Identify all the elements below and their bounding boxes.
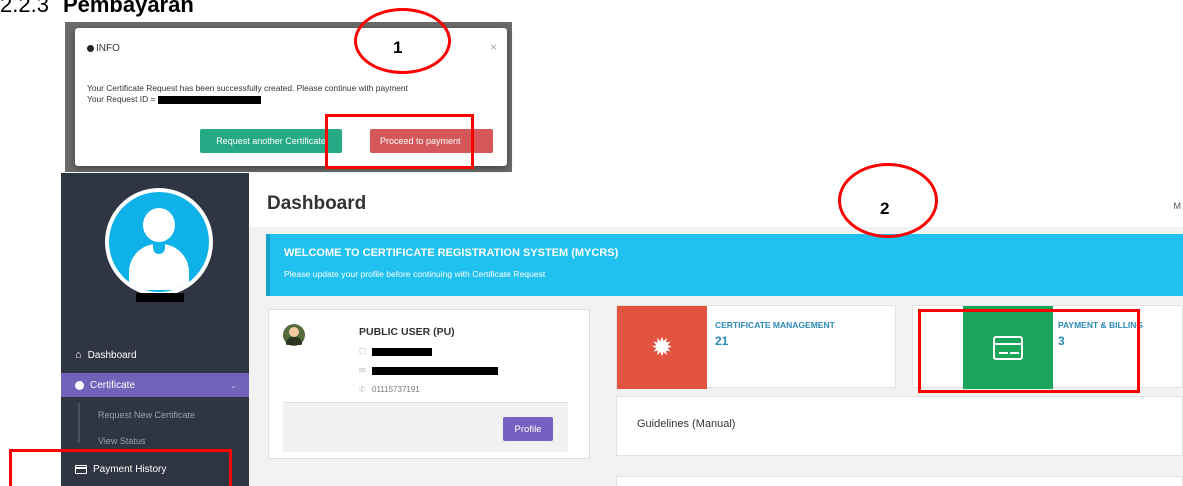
annotation-number-1: 1 (393, 38, 403, 57)
redacted-name (372, 347, 432, 356)
mail-icon: ✉ (359, 366, 366, 375)
profile-button[interactable]: Profile (503, 417, 553, 441)
profile-email-row: ✉ (359, 366, 498, 375)
page-header: Dashboard M (249, 173, 1183, 227)
profile-phone-row: ✆ 01115737191 (359, 385, 420, 394)
guidelines-label: Guidelines (Manual) (637, 418, 736, 430)
stat-icon-box: ✹ (617, 306, 707, 389)
sidebar-item-certificate[interactable]: Certificate ⌄ (61, 373, 249, 397)
certificate-management-card[interactable]: ✹ CERTIFICATE MANAGEMENT 21 (616, 305, 896, 389)
annotation-number-2: 2 (880, 199, 890, 218)
bottom-card (616, 476, 1183, 486)
annotation-circle-1 (354, 8, 451, 74)
redacted-request-id (157, 95, 261, 104)
section-number: 2.2.3 (0, 0, 49, 17)
chevron-down-icon: ⌄ (230, 380, 237, 390)
sidebar-item-view-status[interactable]: View Status (61, 431, 249, 451)
banner-title: WELCOME TO CERTIFICATE REGISTRATION SYST… (284, 247, 619, 259)
header-user-menu[interactable]: M (1174, 201, 1182, 211)
badge-gear-icon: ✹ (651, 332, 673, 362)
info-icon (87, 45, 94, 52)
redacted-user-name (136, 293, 184, 302)
redacted-email (372, 366, 498, 375)
profile-card: PUBLIC USER (PU) ☐ ✉ ✆ 01115737191 Profi… (268, 309, 590, 459)
close-icon[interactable]: × (490, 40, 497, 54)
sidebar-item-label: Certificate (90, 379, 136, 391)
request-id-label: Your Request ID = (87, 94, 158, 104)
annotation-box-payment-history (9, 449, 232, 486)
phone-icon: ✆ (359, 385, 366, 394)
profile-phone: 01115737191 (372, 385, 420, 394)
sidebar: ⌂ Dashboard Certificate ⌄ Request New Ce… (61, 173, 249, 486)
banner-subtitle: Please update your profile before contin… (284, 269, 546, 279)
stat-value: 21 (715, 334, 729, 348)
modal-message: Your Certificate Request has been succes… (87, 83, 408, 105)
modal-message-line2: Your Request ID = (87, 94, 408, 105)
home-icon: ⌂ (75, 349, 82, 361)
document-heading: 2.2.3 Pembayaran (0, 0, 194, 18)
user-avatar-icon (105, 188, 213, 296)
profile-card-footer: Profile (283, 402, 568, 452)
stat-label: CERTIFICATE MANAGEMENT (715, 320, 835, 330)
page-title: Dashboard (267, 193, 367, 214)
user-icon: ☐ (359, 347, 367, 356)
modal-message-line1: Your Certificate Request has been succes… (87, 83, 408, 93)
sidebar-item-dashboard[interactable]: ⌂ Dashboard (61, 343, 249, 367)
sidebar-item-request-new-certificate[interactable]: Request New Certificate (61, 405, 249, 425)
section-title: Pembayaran (62, 0, 194, 17)
annotation-box-billing (918, 309, 1140, 393)
welcome-banner: WELCOME TO CERTIFICATE REGISTRATION SYST… (266, 234, 1183, 296)
profile-avatar-icon (283, 324, 305, 346)
annotation-box-proceed (325, 114, 474, 169)
modal-title: INFO (87, 43, 120, 54)
sidebar-item-label: Dashboard (87, 349, 137, 361)
guidelines-card[interactable]: Guidelines (Manual) (616, 396, 1183, 456)
request-another-button[interactable]: Request another Certificate (200, 129, 342, 153)
circle-icon (75, 380, 84, 390)
modal-title-text: INFO (96, 43, 120, 54)
profile-role: PUBLIC USER (PU) (359, 326, 455, 338)
profile-name-row: ☐ (359, 347, 432, 356)
